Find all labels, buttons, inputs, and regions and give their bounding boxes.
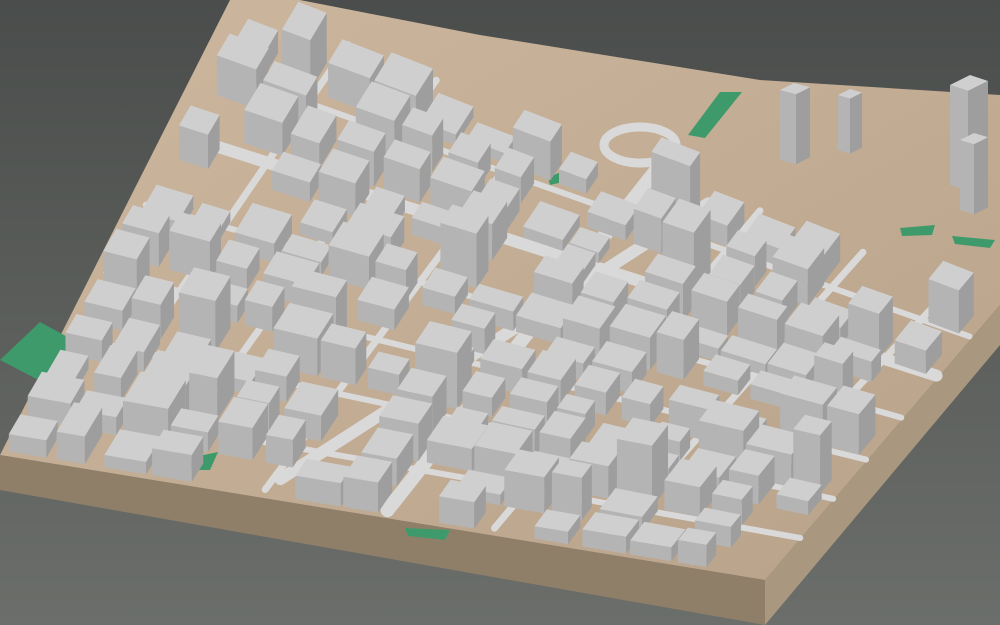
building [320,323,367,386]
building [504,449,559,514]
building [677,527,717,568]
city-model-scene [0,0,1000,625]
tower-mid [960,133,988,215]
building [179,105,220,170]
building [551,458,592,521]
building [438,479,486,529]
viewport [0,0,1000,625]
building [928,260,974,334]
building [152,429,204,482]
tower-north-2 [838,89,862,154]
tower-north [780,83,810,165]
